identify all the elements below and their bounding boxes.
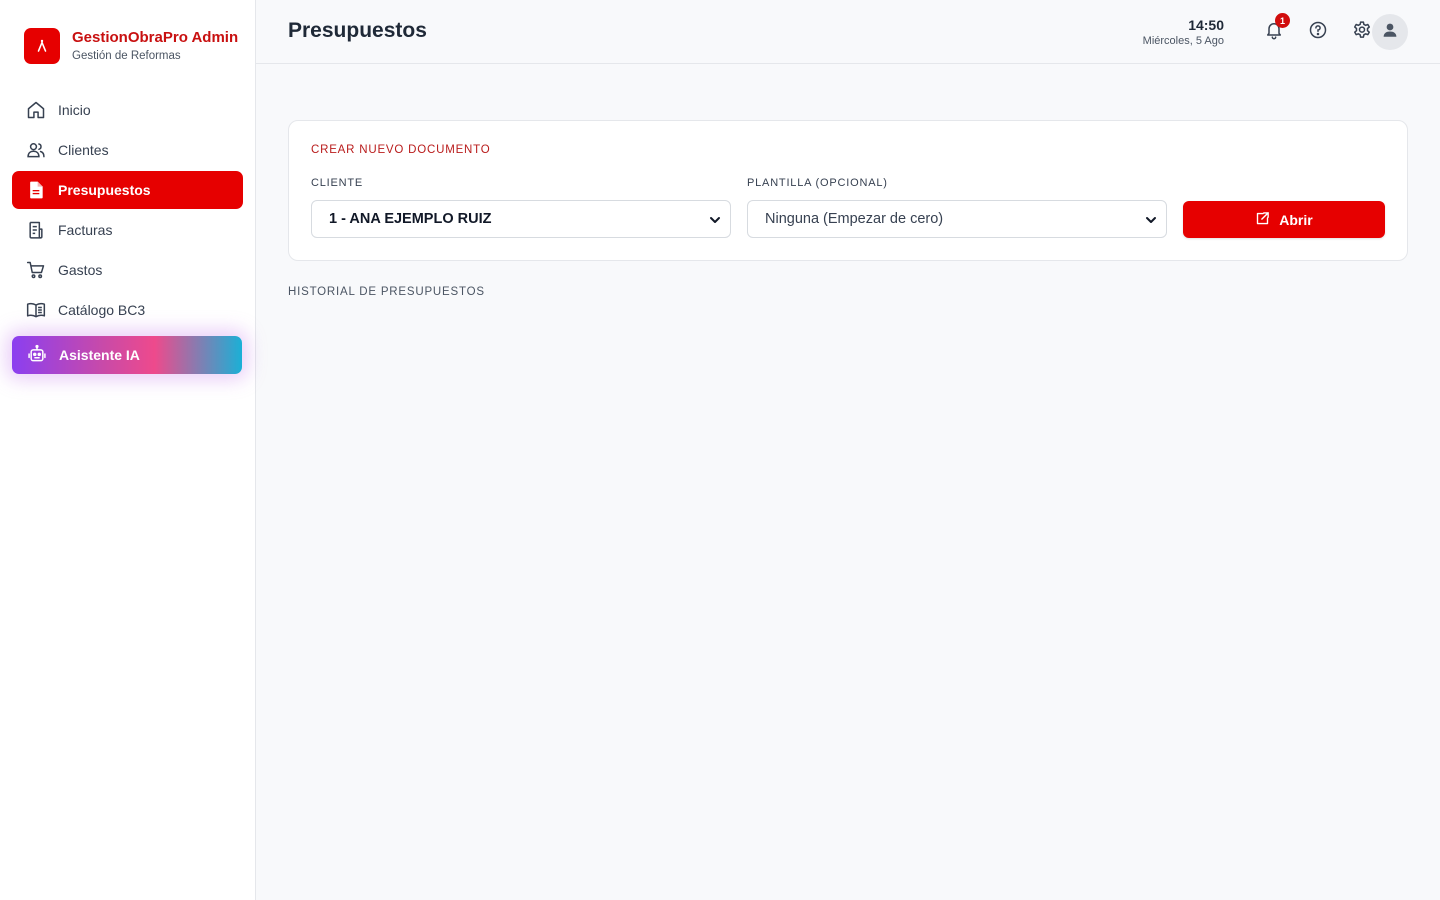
chevron-down-icon (708, 213, 722, 232)
home-icon (26, 100, 46, 120)
brand-subtitle: Gestión de Reformas (72, 49, 181, 62)
open-button[interactable]: Abrir (1183, 201, 1385, 238)
client-select-value: 1 - ANA EJEMPLO RUIZ (329, 211, 492, 227)
sidebar-item-label: Presupuestos (58, 182, 151, 198)
clock-date: Miércoles, 5 Ago (1142, 35, 1224, 47)
sidebar-item-facturas[interactable]: Facturas (12, 211, 243, 249)
sidebar-item-label: Asistente IA (59, 347, 140, 363)
brand[interactable]: GestionObraPro Admin Gestión de Reformas (24, 28, 238, 64)
create-document-card: CREAR NUEVO DOCUMENTO CLIENTE 1 - ANA EJ… (288, 120, 1408, 261)
open-button-label: Abrir (1279, 211, 1313, 228)
history-title: HISTORIAL DE PRESUPUESTOS (288, 286, 485, 298)
clock: 14:50 Miércoles, 5 Ago (1143, 17, 1224, 48)
notification-badge: 1 (1275, 13, 1290, 28)
main-content: Presupuestos 14:50 Miércoles, 5 Ago 1 CR… (256, 0, 1440, 900)
sidebar-item-label: Inicio (58, 102, 91, 118)
clock-time: 14:50 (1188, 17, 1224, 33)
cart-icon (26, 260, 46, 280)
sidebar-item-label: Clientes (58, 142, 109, 158)
sidebar-item-asistente-ia[interactable]: Asistente IA (12, 336, 242, 374)
book-icon (26, 300, 46, 320)
sidebar-item-gastos[interactable]: Gastos (12, 251, 243, 289)
sidebar-item-presupuestos[interactable]: Presupuestos (12, 171, 243, 209)
compass-logo-icon (24, 28, 60, 64)
gear-icon (1352, 20, 1372, 45)
notifications-button[interactable]: 1 (1258, 13, 1290, 48)
brand-title: GestionObraPro Admin (72, 28, 239, 46)
sidebar-item-label: Gastos (58, 262, 103, 278)
sidebar-item-clientes[interactable]: Clientes (12, 131, 243, 169)
client-select[interactable]: 1 - ANA EJEMPLO RUIZ (311, 200, 731, 238)
template-select[interactable]: Ninguna (Empezar de cero) (747, 200, 1167, 238)
sidebar-item-label: Facturas (58, 222, 113, 238)
sidebar-item-label: Catálogo BC3 (58, 302, 146, 318)
chevron-down-icon (1144, 213, 1158, 232)
users-icon (26, 140, 46, 160)
sidebar-item-inicio[interactable]: Inicio (12, 91, 243, 129)
template-select-value: Ninguna (Empezar de cero) (765, 211, 944, 227)
sidebar-item-catalogo-bc3[interactable]: Catálogo BC3 (12, 291, 243, 329)
help-button[interactable] (1302, 16, 1334, 48)
top-bar: Presupuestos 14:50 Miércoles, 5 Ago 1 (256, 0, 1440, 64)
card-title: CREAR NUEVO DOCUMENTO (311, 144, 491, 156)
receipt-icon (26, 220, 46, 240)
app-root: GestionObraPro Admin Gestión de Reformas… (0, 0, 1440, 900)
external-link-icon (1255, 211, 1270, 229)
document-icon (26, 180, 46, 200)
help-icon (1308, 20, 1328, 45)
user-avatar-button[interactable] (1372, 14, 1408, 50)
robot-icon (27, 344, 47, 367)
client-label: CLIENTE (311, 177, 364, 189)
sidebar-nav: Inicio Clientes Presupuestos Facturas Ga… (12, 91, 243, 331)
template-label: PLANTILLA (OPCIONAL) (747, 177, 888, 189)
user-icon (1381, 21, 1399, 44)
sidebar: GestionObraPro Admin Gestión de Reformas… (0, 0, 256, 900)
page-title: Presupuestos (288, 19, 427, 42)
